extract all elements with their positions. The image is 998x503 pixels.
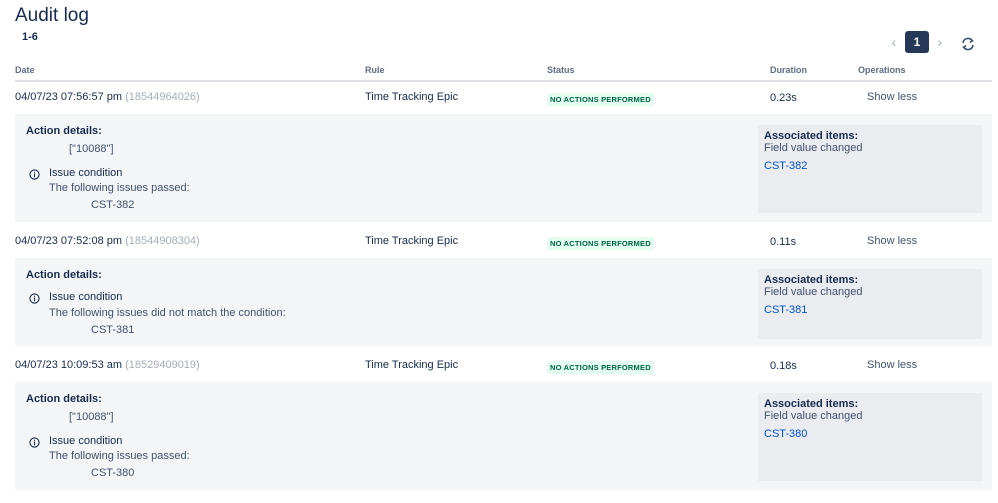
status-badge: NO ACTIONS PERFORMED — [547, 237, 654, 250]
action-value: ["10088"] — [69, 143, 114, 155]
condition-title: Issue condition — [49, 167, 123, 179]
associated-items-sub: Field value changed — [764, 286, 863, 298]
info-icon — [29, 169, 40, 180]
table-row: 04/07/23 07:52:08 pm (18544908304) Time … — [15, 228, 992, 258]
column-header-duration[interactable]: Duration — [770, 65, 807, 75]
show-less-button[interactable]: Show less — [867, 359, 917, 371]
rule-name: Time Tracking Epic — [365, 235, 459, 247]
pagination-next-button[interactable]: › — [932, 33, 948, 51]
duration-value: 0.18s — [770, 360, 797, 372]
condition-text: The following issues passed: — [49, 182, 190, 194]
table-header: Date Rule Status Duration Operations — [15, 60, 992, 82]
action-details-label: Action details: — [26, 125, 102, 137]
table-row: 04/07/23 10:09:53 am (18529409019) Time … — [15, 352, 992, 382]
rule-name: Time Tracking Epic — [365, 359, 459, 371]
associated-items-box: Associated items: Field value changed CS… — [758, 393, 982, 481]
column-header-operations: Operations — [858, 65, 906, 75]
info-icon — [29, 437, 40, 448]
condition-title: Issue condition — [49, 435, 123, 447]
log-date-text: 04/07/23 07:56:57 pm — [15, 91, 123, 103]
column-header-status[interactable]: Status — [547, 65, 575, 75]
action-value: ["10088"] — [69, 411, 114, 423]
condition-issue: CST-380 — [91, 467, 135, 479]
action-details-panel: Action details: Issue condition The foll… — [15, 258, 992, 346]
log-date: 04/07/23 07:52:08 pm (18544908304) — [15, 235, 200, 247]
log-id: (18544964026) — [125, 91, 200, 103]
associated-items-sub: Field value changed — [764, 410, 863, 422]
condition-issue: CST-381 — [91, 324, 135, 336]
duration-value: 0.11s — [770, 236, 797, 248]
associated-items-box: Associated items: Field value changed CS… — [758, 269, 982, 339]
action-details-label: Action details: — [26, 269, 102, 281]
pagination-page-button[interactable]: 1 — [905, 31, 929, 53]
action-details-label: Action details: — [26, 393, 102, 405]
rule-name: Time Tracking Epic — [365, 91, 459, 103]
associated-items-box: Associated items: Field value changed CS… — [758, 125, 982, 213]
column-header-date[interactable]: Date — [15, 65, 35, 75]
log-date: 04/07/23 10:09:53 am (18529409019) — [15, 359, 200, 371]
condition-issue: CST-382 — [91, 199, 135, 211]
show-less-button[interactable]: Show less — [867, 91, 917, 103]
associated-items-label: Associated items: — [764, 398, 859, 410]
table-row: 04/07/23 07:56:57 pm (18544964026) Time … — [15, 84, 992, 114]
refresh-icon[interactable] — [960, 36, 976, 52]
condition-title: Issue condition — [49, 291, 123, 303]
status-badge: NO ACTIONS PERFORMED — [547, 93, 654, 106]
status-badge: NO ACTIONS PERFORMED — [547, 361, 654, 374]
associated-issue-link[interactable]: CST-382 — [764, 160, 807, 172]
action-details-panel: Action details: ["10088"] Issue conditio… — [15, 114, 992, 222]
info-icon — [29, 293, 40, 304]
log-date: 04/07/23 07:56:57 pm (18544964026) — [15, 91, 200, 103]
log-date-text: 04/07/23 07:52:08 pm — [15, 235, 123, 247]
associated-items-sub: Field value changed — [764, 142, 863, 154]
log-id: (18529409019) — [125, 359, 200, 371]
associated-items-label: Associated items: — [764, 130, 859, 142]
condition-text: The following issues passed: — [49, 450, 190, 462]
column-header-rule[interactable]: Rule — [365, 65, 385, 75]
action-details-panel: Action details: ["10088"] Issue conditio… — [15, 382, 992, 490]
page-title: Audit log — [15, 5, 89, 26]
pagination-prev-button[interactable]: ‹ — [886, 33, 902, 51]
associated-issue-link[interactable]: CST-381 — [764, 304, 807, 316]
result-range: 1-6 — [22, 31, 38, 43]
log-date-text: 04/07/23 10:09:53 am — [15, 359, 123, 371]
condition-text: The following issues did not match the c… — [49, 307, 286, 319]
show-less-button[interactable]: Show less — [867, 235, 917, 247]
duration-value: 0.23s — [770, 92, 797, 104]
log-id: (18544908304) — [125, 235, 200, 247]
associated-issue-link[interactable]: CST-380 — [764, 428, 807, 440]
associated-items-label: Associated items: — [764, 274, 859, 286]
